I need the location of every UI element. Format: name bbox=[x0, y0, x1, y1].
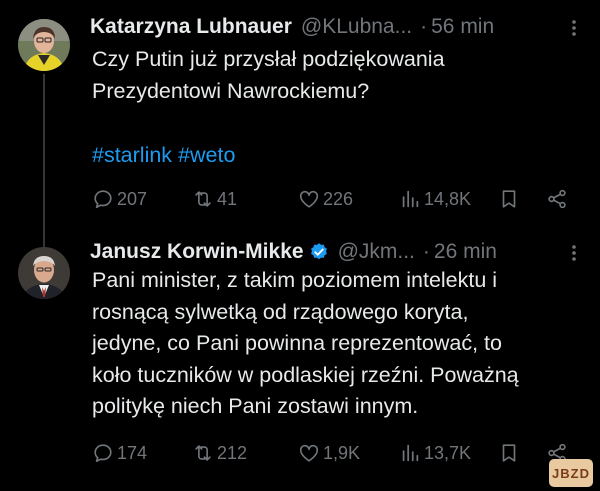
tweet-text: Pani minister, z takim poziomem intelekt… bbox=[92, 265, 580, 423]
action-bar: 174 212 1,9K 13,7K bbox=[92, 436, 600, 470]
avatar[interactable] bbox=[18, 247, 70, 299]
reply-icon bbox=[94, 444, 112, 463]
repost-count: 212 bbox=[217, 442, 248, 463]
like-count: 226 bbox=[323, 188, 354, 209]
repost-icon bbox=[195, 191, 211, 207]
hashtag-link[interactable]: #starlink bbox=[92, 143, 172, 167]
tweet-text-line: koło tuczników w podlaskiej rzeźni. Powa… bbox=[92, 362, 519, 387]
reply-button[interactable]: 207 bbox=[92, 182, 147, 216]
tweet-text-line: Czy Putin już przysłał podziękowania bbox=[92, 47, 445, 71]
watermark-logo: JBZD bbox=[549, 459, 593, 487]
tweet-text-line: jedyne, co Pani powinna reprezentować, t… bbox=[92, 331, 502, 355]
views-chart-icon bbox=[402, 444, 419, 462]
repost-button[interactable]: 212 bbox=[192, 436, 247, 470]
author-handle[interactable]: @Jkm... bbox=[338, 240, 415, 264]
tweet-header: Janusz Korwin-Mikke @Jkm... · 26 min bbox=[90, 237, 600, 267]
views-button[interactable]: 13,7K bbox=[399, 436, 471, 470]
reply-count: 174 bbox=[117, 442, 148, 463]
like-count: 1,9K bbox=[323, 442, 361, 463]
views-count: 13,7K bbox=[424, 442, 472, 463]
avatar[interactable] bbox=[18, 19, 70, 71]
verified-badge-icon bbox=[310, 243, 327, 260]
repost-button[interactable]: 41 bbox=[192, 182, 237, 216]
like-button[interactable]: 1,9K bbox=[298, 436, 360, 470]
action-bar: 207 41 226 14,8K bbox=[92, 182, 600, 216]
more-options-icon[interactable] bbox=[565, 19, 583, 37]
hashtag-link[interactable]: #weto bbox=[178, 143, 235, 167]
tweet-text: Czy Putin już przysłał podziękowania Pre… bbox=[92, 44, 580, 107]
tweet-text-line: politykę niech Pani zostawi innym. bbox=[92, 394, 419, 418]
tweet-text-line: Prezydentowi Nawrockiemu? bbox=[92, 78, 370, 103]
tweet-2[interactable]: Janusz Korwin-Mikke @Jkm... · 26 min Pan… bbox=[0, 232, 600, 491]
heart-icon bbox=[299, 190, 319, 208]
tweet-text-line: Pani minister, z takim poziomem intelekt… bbox=[92, 268, 498, 292]
author-name[interactable]: Katarzyna Lubnauer bbox=[90, 15, 292, 39]
bookmark-icon bbox=[502, 190, 516, 208]
reply-count: 207 bbox=[117, 188, 148, 209]
thread-connector-line bbox=[43, 74, 45, 249]
repost-count: 41 bbox=[217, 188, 238, 209]
timestamp[interactable]: 26 min bbox=[434, 240, 497, 264]
heart-icon bbox=[299, 444, 319, 462]
bookmark-button[interactable] bbox=[498, 436, 520, 470]
views-button[interactable]: 14,8K bbox=[399, 182, 471, 216]
bookmark-button[interactable] bbox=[498, 182, 520, 216]
tweet-header: Katarzyna Lubnauer @KLubna... · 56 min bbox=[90, 12, 600, 42]
like-button[interactable]: 226 bbox=[298, 182, 353, 216]
separator-dot: · bbox=[422, 240, 430, 263]
separator-dot: · bbox=[420, 15, 428, 38]
reply-icon bbox=[94, 190, 112, 209]
repost-icon bbox=[195, 445, 211, 461]
bookmark-icon bbox=[502, 444, 516, 462]
share-button[interactable] bbox=[546, 182, 568, 216]
timestamp[interactable]: 56 min bbox=[431, 15, 494, 39]
more-options-icon[interactable] bbox=[565, 244, 583, 262]
tweet-1[interactable]: Katarzyna Lubnauer @KLubna... · 56 min C… bbox=[0, 0, 600, 249]
views-count: 14,8K bbox=[424, 188, 472, 209]
author-name[interactable]: Janusz Korwin-Mikke bbox=[90, 240, 304, 264]
reply-button[interactable]: 174 bbox=[92, 436, 147, 470]
views-chart-icon bbox=[402, 190, 419, 208]
author-handle[interactable]: @KLubna... bbox=[301, 15, 412, 39]
hashtags: #starlink #weto bbox=[92, 143, 235, 168]
share-icon bbox=[548, 189, 566, 209]
tweet-text-line: rosnącą sylwetką od rządowego koryta, bbox=[92, 299, 469, 324]
